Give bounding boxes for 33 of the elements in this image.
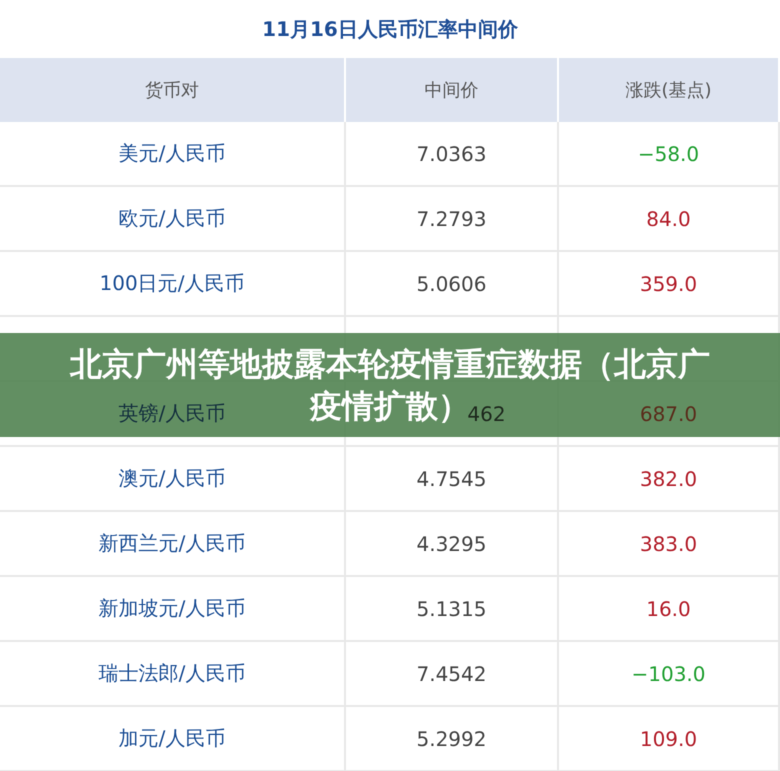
change-value: 382.0: [640, 466, 698, 490]
headline-line: 北京广州等地披露本轮疫情重症数据（北京广: [70, 344, 710, 385]
change-value: 109.0: [640, 726, 698, 750]
column-header: 涨跌(基点): [559, 58, 780, 122]
currency-pair: 加元/人民币: [118, 725, 226, 752]
change-value: 84.0: [646, 206, 691, 230]
table-title: 11月16日人民币汇率中间价: [262, 16, 518, 42]
change-value: 359.0: [640, 272, 698, 296]
mid-rate: 5.0606: [416, 272, 486, 296]
mid-rate: 5.1315: [416, 596, 486, 620]
mid-rate: 7.0363: [416, 142, 486, 166]
currency-pair: 新加坡元/人民币: [98, 595, 246, 622]
change-value: 383.0: [640, 532, 698, 556]
headline-line: 疫情扩散）: [310, 386, 470, 427]
mid-rate: 4.7545: [416, 466, 486, 490]
change-value: −103.0: [631, 662, 706, 686]
mid-rate: 462: [467, 402, 506, 426]
currency-pair: 瑞士法郎/人民币: [98, 660, 246, 687]
currency-pair: 英镑/人民币: [118, 400, 226, 427]
currency-pair: 100日元/人民币: [100, 270, 244, 297]
change-value: 16.0: [646, 596, 691, 620]
currency-pair: 澳元/人民币: [118, 465, 226, 492]
mid-rate: 7.4542: [416, 662, 486, 686]
currency-pair: 欧元/人民币: [118, 205, 226, 232]
change-value: −58.0: [638, 142, 700, 166]
currency-pair: 新西兰元/人民币: [98, 530, 246, 557]
mid-rate: 4.3295: [416, 532, 486, 556]
change-value: 687.0: [640, 402, 698, 426]
currency-pair: 美元/人民币: [118, 140, 226, 167]
mid-rate: 7.2793: [416, 206, 486, 230]
column-header: 中间价: [346, 58, 559, 122]
column-header: 货币对: [0, 58, 346, 122]
mid-rate: 5.2992: [416, 726, 486, 750]
